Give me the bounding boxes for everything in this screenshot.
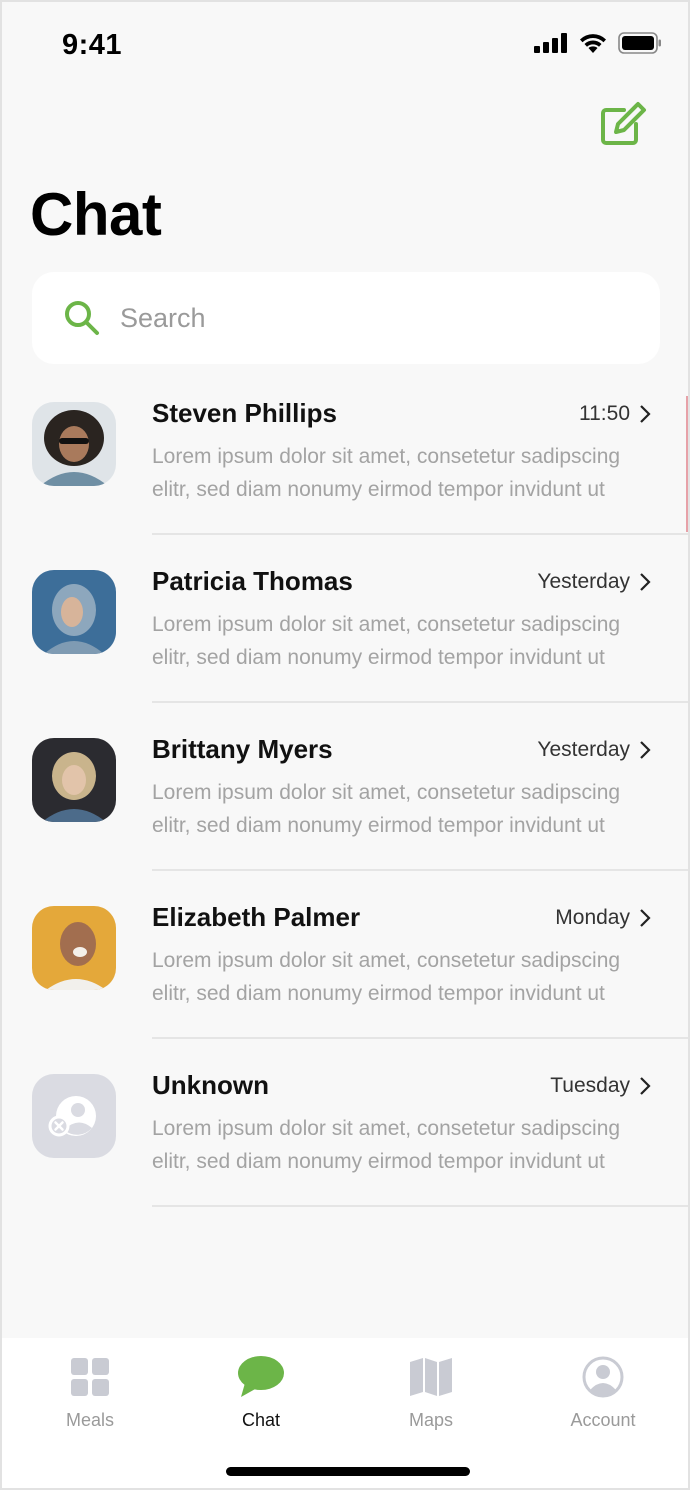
avatar [32,906,116,990]
compose-icon [601,102,646,145]
tab-label: Maps [408,1410,453,1430]
grid-icon [71,1358,109,1396]
tab-label: Meals [65,1410,114,1430]
chevron-right-icon [640,405,651,423]
chat-preview: Lorem ipsum dolor sit amet, consetetur s… [152,445,621,501]
chat-name: Steven Phillips [152,398,337,428]
chat-preview: Lorem ipsum dolor sit amet, consetetur s… [152,781,621,837]
chevron-right-icon [640,909,651,927]
chat-time: Yesterday [537,738,630,761]
home-indicator[interactable] [226,1467,470,1476]
account-icon [582,1356,624,1398]
chat-name: Elizabeth Palmer [152,902,361,932]
wifi-icon [580,34,606,53]
avatar [32,738,116,822]
search-input[interactable] [120,302,600,334]
tab-label: Account [570,1410,636,1430]
chat-name: Patricia Thomas [152,566,353,596]
status-bar: 9:41 [2,2,688,90]
chat-time: Tuesday [550,1074,630,1097]
map-icon [410,1358,452,1396]
page-title: Chat [30,181,162,248]
chat-time: Monday [555,906,630,929]
divider [152,869,688,871]
compose-button[interactable] [598,100,648,150]
app-screen: 9:41 Chat Search Steven Phillips 11:50 L… [0,0,690,1490]
search-bar[interactable] [32,272,660,364]
chat-bubble-icon [238,1356,284,1397]
avatar [32,1074,116,1158]
chat-list: Steven Phillips 11:50 Lorem ipsum dolor … [2,370,688,1210]
signal-icon [534,33,567,53]
tab-maps[interactable]: Maps [361,1352,501,1431]
chevron-right-icon [640,573,651,591]
divider [152,533,688,535]
avatar [32,402,116,486]
chat-preview: Lorem ipsum dolor sit amet, consetetur s… [152,613,621,669]
status-time: 9:41 [62,29,123,61]
chat-time: 11:50 [579,402,630,425]
tab-label: Chat [241,1410,281,1430]
chat-item-elizabeth-palmer[interactable]: Elizabeth Palmer Monday Lorem ipsum dolo… [2,874,688,1042]
status-icons [534,32,662,54]
chat-item-brittany-myers[interactable]: Brittany Myers Yesterday Lorem ipsum dol… [2,706,688,874]
chat-time: Yesterday [537,570,630,593]
tab-meals[interactable]: Meals [20,1352,160,1431]
battery-icon [618,32,661,54]
chat-name: Brittany Myers [152,734,333,764]
divider [152,1037,688,1039]
chat-item-patricia-thomas[interactable]: Patricia Thomas Yesterday Lorem ipsum do… [2,538,688,706]
avatar [32,570,116,654]
chat-name: Unknown [152,1070,269,1100]
chat-item-steven-phillips[interactable]: Steven Phillips 11:50 Lorem ipsum dolor … [2,370,688,538]
unknown-user-icon [32,1074,116,1158]
divider [152,701,688,703]
tab-chat[interactable]: Chat [191,1352,331,1431]
chevron-right-icon [640,1077,651,1095]
divider [152,1205,688,1207]
tab-account[interactable]: Account [533,1352,673,1431]
search-icon [65,301,99,335]
chat-preview: Lorem ipsum dolor sit amet, consetetur s… [152,949,621,1005]
chat-item-unknown[interactable]: Unknown Tuesday Lorem ipsum dolor sit am… [2,1042,688,1210]
chevron-right-icon [640,741,651,759]
chat-preview: Lorem ipsum dolor sit amet, consetetur s… [152,1117,621,1173]
